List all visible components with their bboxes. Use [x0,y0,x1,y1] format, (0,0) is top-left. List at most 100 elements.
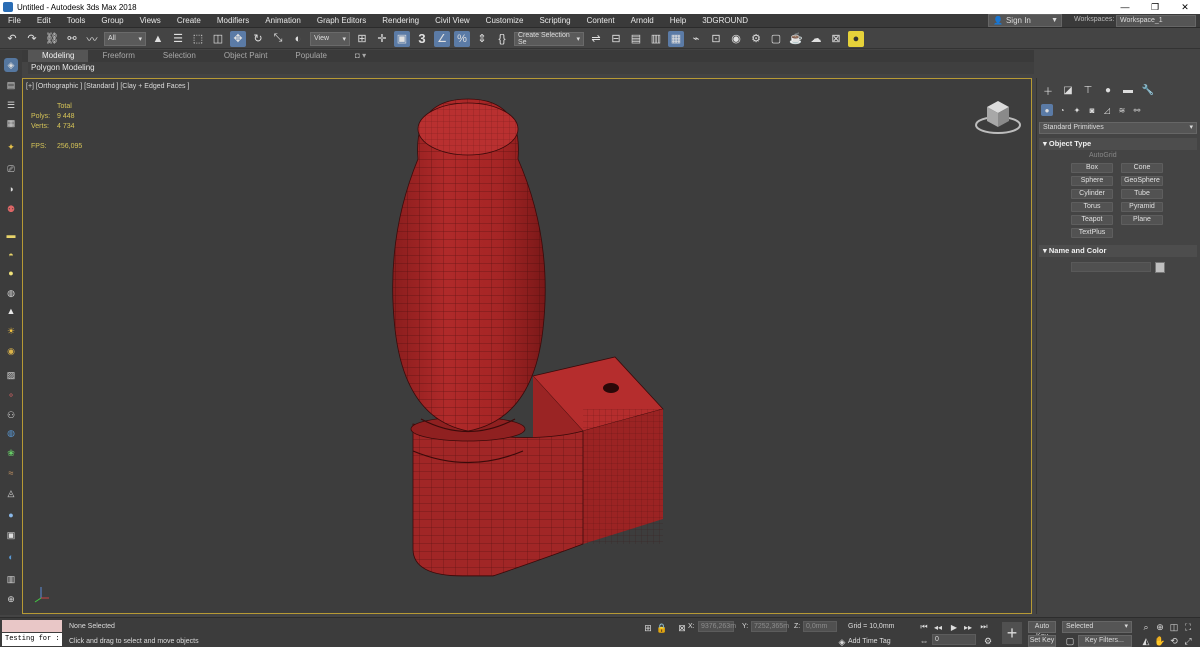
keyboard-shortcut-override-icon[interactable]: ▣ [394,30,410,47]
menu-tools[interactable]: Tools [59,16,94,25]
cameras-category-icon[interactable]: ◙ [1086,104,1098,116]
bone-icon[interactable]: ⚬ [4,388,18,402]
snaps-toggle-icon[interactable]: 3 [414,31,430,47]
motion-tab-icon[interactable]: ● [1101,84,1115,96]
current-frame-field[interactable]: 0 [932,634,976,645]
z-coord-field[interactable]: 0,0mm [803,621,837,632]
go-to-end-icon[interactable]: ⏭ [978,621,990,633]
grid-icon[interactable]: ▨ [4,368,18,382]
move-icon[interactable]: ✥ [230,30,246,47]
select-object-icon[interactable]: ▲ [150,31,166,47]
hair-icon[interactable]: ≈ [4,466,18,480]
menu-scripting[interactable]: Scripting [531,16,578,25]
render-setup-icon[interactable]: ⚙ [748,31,764,47]
scale-icon[interactable]: ⤡ [270,31,286,47]
object-color-swatch[interactable] [1155,262,1165,273]
menu-help[interactable]: Help [662,16,694,25]
key-mode-icon[interactable]: ⇔ [918,635,930,647]
time-config-icon[interactable]: ⚙ [982,635,994,647]
absolute-mode-icon[interactable]: ⊠ [676,622,688,634]
menu-graph-editors[interactable]: Graph Editors [309,16,374,25]
zoom-extents-all-icon[interactable]: ⛶ [1182,621,1194,633]
maximize-viewport-icon[interactable]: ⤢ [1182,635,1194,647]
geometry-icon[interactable]: ◓ [4,248,18,262]
menu-rendering[interactable]: Rendering [374,16,427,25]
select-manipulate-icon[interactable]: ✛ [374,31,390,47]
display-icon[interactable]: ▦ [4,116,18,130]
zoom-extents-icon[interactable]: ◫ [1168,621,1180,633]
cone-icon[interactable]: ▲ [4,304,18,318]
menu-create[interactable]: Create [169,16,209,25]
systems-category-icon[interactable]: ⚯ [1131,104,1143,116]
toggle-icon[interactable]: ◐ [4,550,18,564]
camera-icon[interactable]: ⎚ [4,162,18,176]
key-filter-icon[interactable]: ▢ [1064,635,1076,647]
sphere-button[interactable]: Sphere [1071,176,1113,186]
isolate-selection-icon[interactable]: ⊞ [642,622,654,634]
named-selection-set-select[interactable]: Create Selection Se ▾ [514,31,584,46]
viewcube[interactable] [973,97,1023,137]
menu-content[interactable]: Content [579,16,623,25]
shapes-icon[interactable]: ◑ [4,182,18,196]
zoom-all-icon[interactable]: ⊕ [1154,621,1166,633]
field-of-view-icon[interactable]: ◭ [1140,635,1152,647]
menu-customize[interactable]: Customize [478,16,532,25]
list-icon[interactable]: ☰ [4,98,18,112]
toggle-scene-explorer-icon[interactable]: ▤ [628,31,644,47]
render-production-icon[interactable]: ☕ [788,31,804,47]
y-coord-field[interactable]: 7252,365m [751,621,789,632]
spacewarps-category-icon[interactable]: ≋ [1116,104,1128,116]
add-time-tag-button[interactable]: Add Time Tag [848,638,891,645]
rendered-frame-window-icon[interactable]: ▢ [768,31,784,47]
signin-dropdown[interactable]: 👤 Sign In ▼ [988,14,1062,27]
reference-coordinate-select[interactable]: View ▾ [310,31,350,46]
maxscript-listener-input[interactable]: Testing for : [2,633,62,646]
xref-icon[interactable]: ◬ [4,486,18,500]
modify-tab-icon[interactable]: ◪ [1061,84,1075,96]
teapot-button[interactable]: Teapot [1071,215,1113,225]
particle-icon[interactable]: ❀ [4,446,18,460]
plane-button[interactable]: Plane [1121,215,1163,225]
add-icon[interactable]: ⊕ [4,592,18,606]
spacewarp-icon[interactable]: ◍ [4,286,18,300]
redo-icon[interactable]: ↷ [24,31,40,47]
scene-explorer-icon[interactable]: ◈ [4,58,18,72]
utilities-tab-icon[interactable]: 🔧 [1141,84,1155,96]
name-and-color-rollout[interactable]: ▾ Name and Color [1039,245,1197,257]
menu-views[interactable]: Views [132,16,169,25]
menu-arnold[interactable]: Arnold [623,16,662,25]
layer-icon[interactable]: ▥ [4,572,18,586]
hierarchy-tab-icon[interactable]: ⊤ [1081,84,1095,96]
angle-snap-icon[interactable]: ∠ [434,30,450,47]
object-type-rollout[interactable]: ▾ Object Type [1039,138,1197,150]
zoom-icon[interactable]: ⌕ [1140,621,1152,633]
workspace-select[interactable]: Workspace_1 [1116,15,1196,27]
menu-edit[interactable]: Edit [29,16,59,25]
geosphere-button[interactable]: GeoSphere [1121,176,1163,186]
menu-animation[interactable]: Animation [257,16,309,25]
3dground-plugin-icon[interactable]: ● [848,30,864,47]
auto-key-button[interactable]: Auto Key [1028,621,1056,640]
set-key-button[interactable]: Set Key [1028,635,1056,647]
menu-group[interactable]: Group [93,16,131,25]
biped-icon[interactable]: ⚇ [4,408,18,422]
geometry-category-icon[interactable]: ● [1041,104,1053,116]
selection-filter-select[interactable]: All ▾ [104,31,146,46]
menu-3dground[interactable]: 3DGROUND [694,16,756,25]
orbit-icon[interactable]: ⟲ [1168,635,1180,647]
next-frame-icon[interactable]: ▸▸ [962,621,974,633]
lights-category-icon[interactable]: ✦ [1071,104,1083,116]
tab-object-paint[interactable]: Object Paint [210,50,282,62]
menu-civil-view[interactable]: Civil View [427,16,478,25]
tab-selection[interactable]: Selection [149,50,210,62]
display-tab-icon[interactable]: ▬ [1121,84,1135,96]
material-editor-icon[interactable]: ◉ [728,31,744,47]
ribbon-toggle-icon[interactable]: ▦ [668,30,684,47]
box-button[interactable]: Box [1071,163,1113,173]
play-icon[interactable]: ▶ [948,621,960,633]
helpers-category-icon[interactable]: ◿ [1101,104,1113,116]
spinner-snap-icon[interactable]: ⇕ [474,31,490,47]
rotate-icon[interactable]: ↻ [250,31,266,47]
light-icon[interactable]: ✦ [4,140,18,154]
undo-icon[interactable]: ↶ [4,31,20,47]
